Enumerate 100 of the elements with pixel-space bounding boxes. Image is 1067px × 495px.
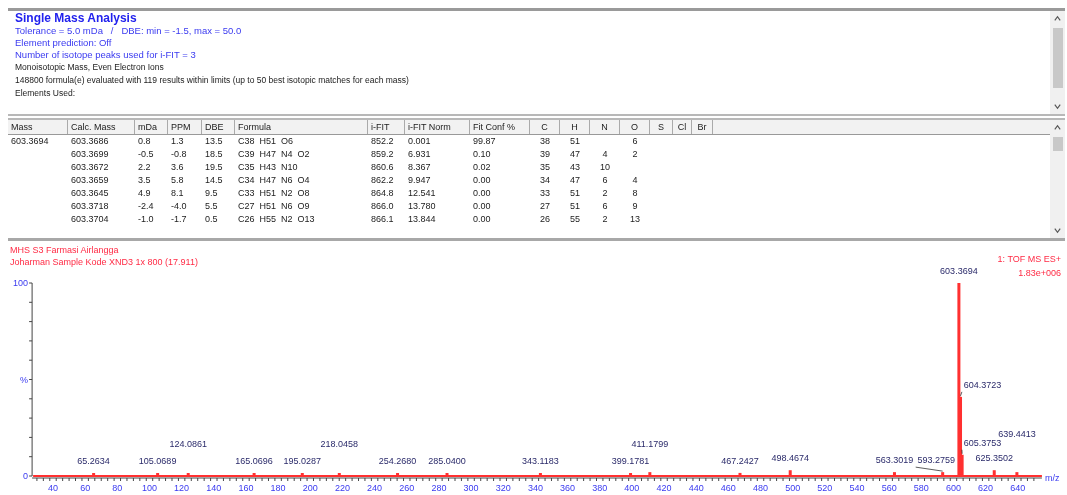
table-cell-text: 51	[569, 200, 581, 213]
table-cell-text: 866.0	[370, 200, 395, 213]
table-cell-text: 1.3	[170, 135, 185, 148]
summary-line: Element prediction: Off	[15, 37, 113, 49]
table-cell-text: 603.3718	[70, 200, 110, 213]
table-cell-text: 33	[539, 187, 551, 200]
table-cell-text: 864.8	[370, 187, 395, 200]
table-cell-text: 862.2	[370, 174, 395, 187]
table-cell-text: 603.3672	[70, 161, 110, 174]
y-axis-label: %	[20, 374, 29, 385]
table-cell-text: 0.02	[472, 161, 492, 174]
column-header[interactable]: O	[620, 120, 650, 134]
column-header[interactable]: Cl	[673, 120, 692, 134]
table-cell-text: 14.5	[204, 174, 224, 187]
y-tick-label: 0	[23, 471, 29, 481]
table-cell-text: C38 H51 O6	[237, 135, 295, 148]
summary-line: 148800 formula(e) evaluated with 119 results within limits (up to 50 best isotopic matches for each mass)	[15, 74, 410, 87]
summary-line: Tolerance = 5.0 mDa / DBE: min = -1.5, max = 50.0	[15, 25, 243, 37]
x-tick-label: 260	[399, 483, 415, 493]
table-cell-text: -1.0	[137, 213, 155, 226]
x-tick-label: 580	[913, 483, 929, 493]
table-cell-text: -2.4	[137, 200, 155, 213]
x-tick-label: 160	[238, 483, 254, 493]
table-cell-text: 6	[601, 200, 609, 213]
table-cell-text: 8.367	[407, 161, 432, 174]
column-header[interactable]: S	[650, 120, 673, 134]
column-header[interactable]: mDa	[135, 120, 168, 134]
table-cell-text: 43	[569, 161, 581, 174]
column-header[interactable]: i-FIT	[368, 120, 405, 134]
column-header[interactable]: Calc. Mass	[68, 120, 135, 134]
table-cell-text: 99.87	[472, 135, 497, 148]
column-header[interactable]: H	[560, 120, 590, 134]
table-cell-text: 51	[569, 187, 581, 200]
x-tick-label: 360	[560, 483, 576, 493]
peak-label: 254.2680	[378, 456, 417, 466]
table-cell-text: 3.5	[137, 174, 152, 187]
x-tick-label: 340	[527, 483, 543, 493]
table-cell-text: 19.5	[204, 161, 224, 174]
peak-label: 218.0458	[320, 439, 359, 449]
table-cell-text: 18.5	[204, 148, 224, 161]
table-cell-text: 9.947	[407, 174, 432, 187]
table-cell-text: 0.001	[407, 135, 432, 148]
table-cell-text: 9	[631, 200, 639, 213]
peak-label: 563.3019	[875, 455, 914, 466]
table-cell-text: -1.7	[170, 213, 188, 226]
table-cell-text: 51	[569, 135, 581, 148]
summary-line: Number of isotope peaks used for i-FIT = 3	[15, 49, 197, 61]
table-cell-text: 603.3645	[70, 187, 110, 200]
x-tick-label: 520	[817, 483, 833, 493]
x-tick-label: 200	[302, 483, 318, 493]
column-header[interactable]: Formula	[235, 120, 368, 134]
table-cell-text: 13.844	[407, 213, 437, 226]
peak-label: 124.0861	[169, 439, 207, 449]
table-cell-text: 8	[631, 187, 639, 200]
x-tick-label: 640	[1010, 483, 1026, 493]
x-tick-label: 140	[206, 483, 222, 493]
x-tick-label: 600	[945, 483, 961, 493]
peak-label: 411.1799	[631, 439, 669, 449]
table-cell-text: 3.6	[170, 161, 185, 174]
table-cell-text: 6	[601, 174, 609, 187]
peak-label: 593.2759	[917, 455, 956, 466]
table-cell-text: 603.3686	[70, 135, 110, 148]
table-cell-text: 5.5	[204, 200, 219, 213]
peak-label: 498.4674	[771, 453, 809, 464]
table-cell-text: 0.00	[472, 174, 492, 187]
x-tick-label: 60	[80, 483, 91, 493]
column-header[interactable]: Mass	[8, 120, 68, 134]
table-cell-text: C39 H47 N4 O2	[237, 148, 311, 161]
table-cell-text: 866.1	[370, 213, 395, 226]
table-cell-text: 8.1	[170, 187, 185, 200]
table-cell-text: 0.00	[472, 187, 492, 200]
table-cell-text: 35	[539, 161, 551, 174]
column-header[interactable]: PPM	[168, 120, 202, 134]
function-label: 1: TOF MS ES+	[997, 254, 1061, 264]
summary-line: Elements Used:	[15, 87, 76, 100]
column-header[interactable]: i-FIT Norm	[405, 120, 470, 134]
table-cell-text: 34	[539, 174, 551, 187]
sample-header: Joharman Sample Kode XND3 1x 800 (17.911)	[10, 257, 198, 267]
table-cell-text: 0.8	[137, 135, 152, 148]
column-header[interactable]: DBE	[202, 120, 235, 134]
x-tick-label: 220	[334, 483, 350, 493]
table-cell-text: 603.3704	[70, 213, 110, 226]
column-header[interactable]: Br	[692, 120, 713, 134]
peak-label: 105.0689	[138, 456, 177, 466]
column-header[interactable]: C	[530, 120, 560, 134]
table-cell-text: 0.00	[472, 213, 492, 226]
table-cell-text: C27 H51 N6 O9	[237, 200, 311, 213]
table-cell-text: C26 H55 N2 O13	[237, 213, 316, 226]
peak-label: 399.1781	[611, 456, 650, 466]
table-cell-text: 2	[601, 213, 609, 226]
table-cell-text: 47	[569, 148, 581, 161]
table-cell-text: 12.541	[407, 187, 437, 200]
x-tick-label: 440	[688, 483, 704, 493]
x-tick-label: 180	[270, 483, 286, 493]
column-header[interactable]: Fit Conf %	[470, 120, 530, 134]
column-header[interactable]: N	[590, 120, 620, 134]
table-cell-text: 2.2	[137, 161, 152, 174]
table-cell-text: 4.9	[137, 187, 152, 200]
y-tick-label: 100	[13, 278, 29, 288]
table-cell-text: 4	[631, 174, 639, 187]
